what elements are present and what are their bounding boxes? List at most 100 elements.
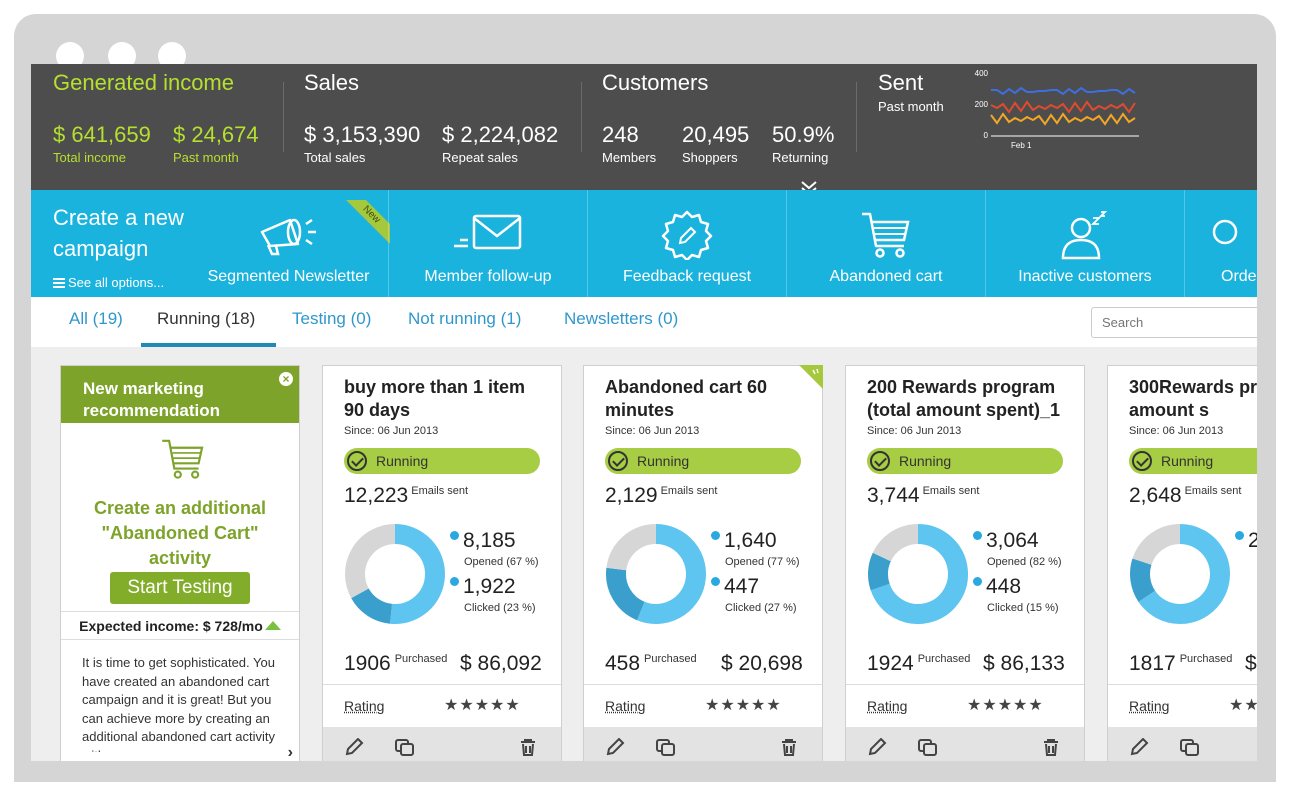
sparkline-series	[990, 112, 1136, 126]
status-badge: Running	[605, 448, 801, 474]
rating-stars[interactable]: ★★★★★	[967, 695, 1044, 715]
chevron-right-icon[interactable]: ›	[288, 744, 293, 761]
cart-icon	[162, 439, 204, 479]
rating-row: Rating ★★★★★	[584, 684, 822, 727]
purchase-amount: $ 20,698	[721, 652, 803, 675]
campaign-card[interactable]: Abandoned cart 60 minutes Since: 06 Jun …	[583, 365, 823, 761]
bullet-icon	[450, 531, 459, 540]
edit-icon[interactable]	[867, 738, 887, 756]
recommendation-card: New marketing recommendation × Create an…	[60, 365, 300, 761]
active-tab-indicator	[141, 343, 276, 347]
campaign-title: buy more than 1 item 90 days	[344, 377, 526, 420]
emails-sent: 12,223 Emails sent	[344, 484, 469, 507]
copy-icon[interactable]	[394, 738, 416, 756]
card-actions	[846, 727, 1084, 761]
clicked-stat: 447 Clicked (27 %)	[711, 575, 797, 614]
status-badge: Running	[1129, 448, 1257, 474]
close-icon[interactable]: ×	[279, 372, 293, 386]
campaign-orders[interactable]: Orde	[1184, 190, 1257, 297]
tab-all[interactable]: All (19)	[69, 309, 123, 329]
new-corner-badge	[799, 365, 823, 389]
trash-icon[interactable]	[1042, 738, 1060, 756]
total-income: $ 641,659 Total income	[53, 122, 151, 165]
rating-row: Rating ★★★★★	[846, 684, 1084, 727]
donut-segment	[606, 524, 657, 571]
rating-row: Rating ★★★★★	[323, 684, 561, 727]
purchased-count: 1817 Purchased	[1129, 652, 1233, 675]
donut-segment	[1130, 558, 1156, 602]
rating-label: Rating	[1129, 698, 1170, 714]
rating-row: Rating ★★	[1108, 684, 1257, 727]
envelope-icon	[454, 214, 522, 250]
campaign-since: Since: 06 Jun 2013	[605, 425, 700, 437]
returning-metric: 50.9% Returning	[772, 122, 835, 165]
trash-icon[interactable]	[780, 738, 798, 756]
sleeping-user-icon	[1061, 211, 1108, 260]
campaign-title: 300Rewards pr (total amount s	[1129, 377, 1257, 420]
purchased-count: 458 Purchased	[605, 652, 697, 675]
feedback-badge-icon	[661, 210, 713, 260]
trash-icon[interactable]	[519, 738, 537, 756]
create-campaign-bar: Create a new campaign See all options...…	[31, 190, 1257, 297]
repeat-sales: $ 2,224,082 Repeat sales	[442, 122, 559, 165]
open-click-donut	[1130, 524, 1230, 624]
tab-running[interactable]: Running (18)	[157, 309, 255, 329]
donut-segment	[872, 524, 919, 562]
campaign-card[interactable]: 300Rewards pr (total amount s Since: 06 …	[1107, 365, 1257, 761]
clicked-stat	[1235, 575, 1249, 602]
edit-icon[interactable]	[344, 738, 364, 756]
edit-icon[interactable]	[605, 738, 625, 756]
rating-stars[interactable]: ★★★★★	[705, 695, 782, 715]
open-click-donut	[345, 524, 445, 624]
megaphone-icon	[260, 218, 316, 256]
recommendation-body: It is time to get sophisticated. You hav…	[82, 655, 275, 752]
sparkline-tick: 200	[975, 100, 989, 109]
list-icon	[53, 278, 65, 288]
rating-label: Rating	[867, 698, 908, 714]
copy-icon[interactable]	[917, 738, 939, 756]
start-testing-button[interactable]: Start Testing	[110, 572, 250, 604]
campaign-feedback-request[interactable]: Feedback request	[587, 190, 786, 297]
expected-income: Expected income: $ 728/mo	[61, 611, 299, 640]
recommendation-header: New marketing recommendation	[61, 366, 299, 423]
emails-sent: 2,129 Emails sent	[605, 484, 718, 507]
app-viewport: Generated income $ 641,659 Total income $…	[31, 64, 1257, 761]
recommendation-text: Create an additional "Abandoned Cart" ac…	[93, 498, 267, 568]
income-title: Generated income	[53, 70, 234, 95]
donut-segment	[637, 524, 706, 624]
rating-stars[interactable]: ★★	[1229, 695, 1257, 715]
copy-icon[interactable]	[655, 738, 677, 756]
sent-sparkline: 400 200 0 Feb 1	[975, 69, 1139, 150]
donut-segment	[1132, 524, 1181, 566]
campaign-abandoned-cart[interactable]: Abandoned cart	[786, 190, 985, 297]
emails-sent: 3,744 Emails sent	[867, 484, 980, 507]
donut-segment	[868, 552, 892, 591]
check-circle-icon	[347, 451, 367, 471]
bullet-icon	[973, 531, 982, 540]
tab-newsletters[interactable]: Newsletters (0)	[564, 309, 678, 329]
tab-testing[interactable]: Testing (0)	[292, 309, 371, 329]
divider	[283, 82, 284, 152]
emails-sent: 2,648 Emails sent	[1129, 484, 1242, 507]
tab-not-running[interactable]: Not running (1)	[408, 309, 521, 329]
bullet-icon	[973, 577, 982, 586]
stats-bar: Generated income $ 641,659 Total income $…	[31, 64, 1257, 196]
campaign-member-follow-up[interactable]: Member follow-up	[388, 190, 587, 297]
campaign-inactive-customers[interactable]: Inactive customers	[985, 190, 1184, 297]
campaign-card[interactable]: 200 Rewards program (total amount spent)…	[845, 365, 1085, 761]
bullet-icon	[450, 577, 459, 586]
search-input[interactable]	[1091, 307, 1257, 338]
opened-stat: 8,185 Opened (67 %)	[450, 529, 539, 568]
campaign-card[interactable]: buy more than 1 item 90 days Since: 06 J…	[322, 365, 562, 761]
clicked-stat: 1,922 Clicked (23 %)	[450, 575, 536, 614]
clicked-stat: 448 Clicked (15 %)	[973, 575, 1059, 614]
see-all-options-link[interactable]: See all options...	[53, 275, 164, 290]
status-badge: Running	[344, 448, 540, 474]
copy-icon[interactable]	[1179, 738, 1201, 756]
campaign-segmented-newsletter[interactable]: Segmented Newsletter New	[189, 190, 390, 297]
rating-stars[interactable]: ★★★★★	[444, 695, 521, 715]
sent-subtitle: Past month	[878, 99, 944, 114]
edit-icon[interactable]	[1129, 738, 1149, 756]
card-actions	[584, 727, 822, 761]
donut-segment	[351, 587, 393, 624]
